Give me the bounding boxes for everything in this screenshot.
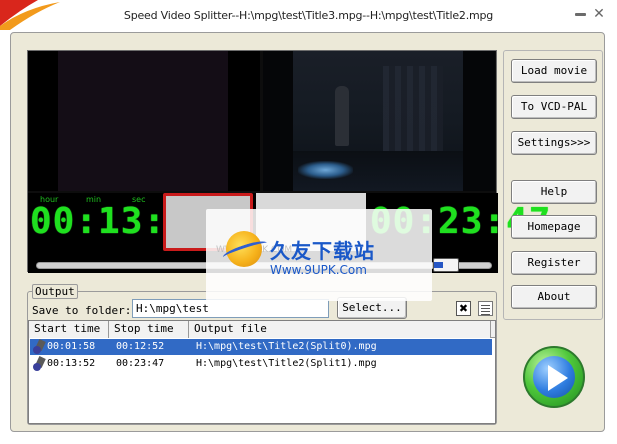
minimize-icon[interactable]: [572, 7, 588, 21]
row-output-file: H:\mpg\test\Title2(Split0).mpg: [196, 341, 377, 352]
save-to-folder-label: Save to folder:: [32, 304, 132, 317]
output-file-list[interactable]: Start time Stop time Output file 00:01:5…: [28, 320, 496, 424]
watermark-overlay: WWW.9UPK.COM 久友下载站 Www.9UPK.Com: [206, 209, 432, 301]
side-button-panel: Load movie To VCD-PAL Settings>>> Help H…: [503, 50, 603, 320]
row-start-time: 00:01:58: [47, 341, 96, 352]
load-movie-button[interactable]: Load movie: [511, 59, 597, 83]
table-row[interactable]: 00:01:58 00:12:52 H:\mpg\test\Title2(Spl…: [30, 338, 492, 355]
output-group: Output Save to folder: Select... ✖ Start…: [27, 284, 497, 425]
column-output-file[interactable]: Output file: [189, 321, 491, 338]
table-row[interactable]: 00:13:52 00:23:47 H:\mpg\test\Title2(Spl…: [30, 355, 492, 372]
help-button[interactable]: Help: [511, 180, 597, 204]
settings-button[interactable]: Settings>>>: [511, 131, 597, 155]
position-slider-thumb[interactable]: [433, 258, 459, 272]
homepage-button[interactable]: Homepage: [511, 215, 597, 239]
video-preview-start: [28, 51, 260, 191]
video-preview-end: [263, 51, 495, 191]
title-bar: Speed Video Splitter--H:\mpg\test\Title3…: [0, 0, 617, 30]
film-icon: [33, 338, 46, 354]
to-vcd-pal-button[interactable]: To VCD-PAL: [511, 95, 597, 119]
list-icon[interactable]: [478, 301, 493, 316]
row-output-file: H:\mpg\test\Title2(Split1).mpg: [196, 358, 377, 369]
row-stop-time: 00:12:52: [116, 341, 165, 352]
app-window: Speed Video Splitter--H:\mpg\test\Title3…: [0, 0, 617, 444]
play-icon[interactable]: [523, 346, 585, 408]
figure-in-video: [335, 86, 349, 146]
main-panel: hour min sec 00:13:52 00:23:47 Load movi…: [10, 32, 605, 432]
row-stop-time: 00:23:47: [116, 358, 165, 369]
column-stop-time[interactable]: Stop time: [109, 321, 189, 338]
watermark-url: Www.9UPK.Com: [270, 263, 367, 277]
close-icon[interactable]: ✕: [591, 7, 607, 21]
watermark-logo-icon: [221, 231, 269, 267]
list-header: Start time Stop time Output file: [29, 321, 495, 338]
film-icon: [33, 355, 46, 371]
watermark-site-name: 久友下载站: [270, 239, 375, 263]
delete-icon[interactable]: ✖: [456, 301, 471, 316]
column-start-time[interactable]: Start time: [29, 321, 109, 338]
about-button[interactable]: About: [511, 285, 597, 309]
row-start-time: 00:13:52: [47, 358, 96, 369]
output-legend: Output: [32, 284, 78, 299]
window-title: Speed Video Splitter--H:\mpg\test\Title3…: [123, 9, 494, 22]
start-time-display: hour min sec 00:13:52: [28, 193, 210, 251]
register-button[interactable]: Register: [511, 251, 597, 275]
folder-input[interactable]: [132, 299, 329, 318]
